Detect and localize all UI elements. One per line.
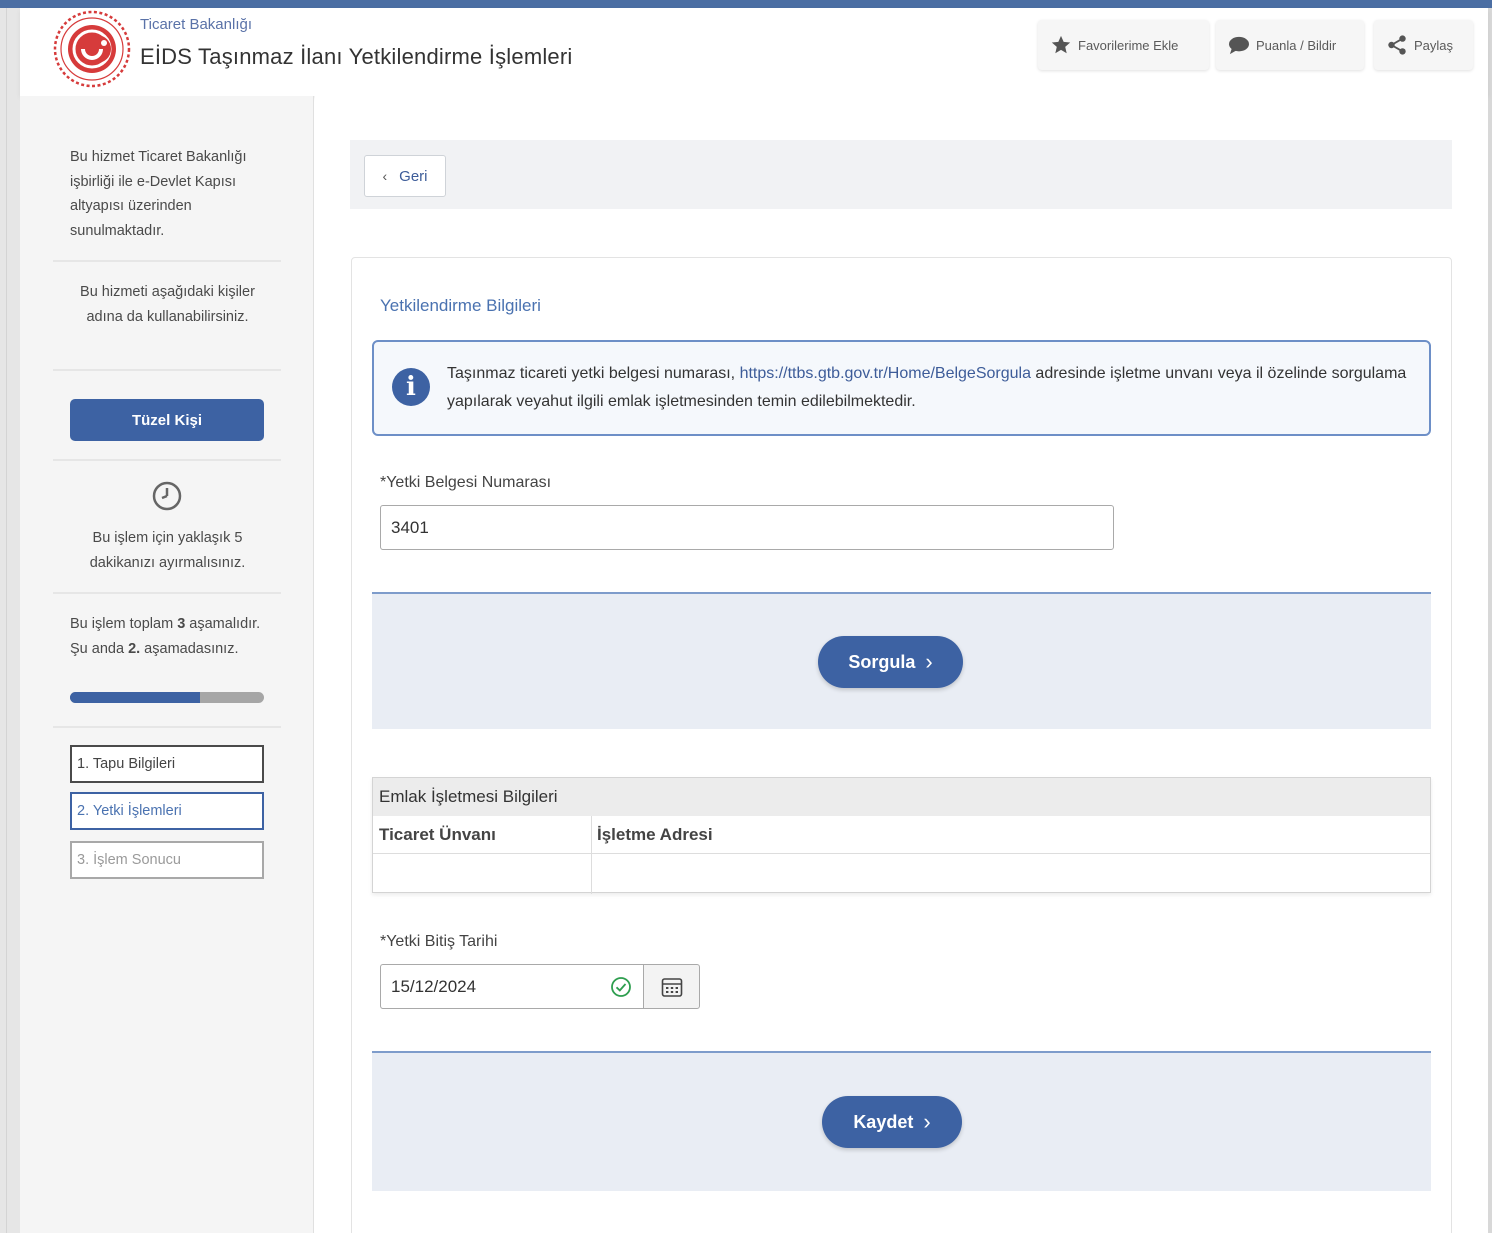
rate-report-button[interactable]: Puanla / Bildir <box>1216 20 1364 70</box>
bottom-edge <box>0 1233 1492 1260</box>
chevron-left-icon: ‹ <box>382 168 388 184</box>
rate-report-label: Puanla / Bildir <box>1256 37 1337 53</box>
page-frame: Ticaret Bakanlığı EİDS Taşınmaz İlanı Ye… <box>0 0 1492 1260</box>
agency-table: Emlak İşletmesi Bilgileri Ticaret Ünvanı… <box>372 777 1431 894</box>
calendar-icon <box>661 977 682 997</box>
column-header-address: İşletme Adresi <box>591 816 1430 854</box>
share-button[interactable]: Paylaş <box>1374 20 1473 70</box>
end-date-label: *Yetki Bitiş Tarihi <box>380 933 498 950</box>
stage-current: 2. <box>128 640 141 657</box>
end-date-input[interactable]: 15/12/2024 <box>380 964 644 1009</box>
sidebar: Bu hizmet Ticaret Bakanlığı işbirliği il… <box>20 96 314 1233</box>
page-header: Ticaret Bakanlığı EİDS Taşınmaz İlanı Ye… <box>20 8 1488 96</box>
speech-bubble-icon <box>1229 36 1249 55</box>
sidebar-divider <box>53 459 281 461</box>
page-title: EİDS Taşınmaz İlanı Yetkilendirme İşleml… <box>140 44 573 69</box>
back-label: Geri <box>399 167 428 185</box>
add-favorites-label: Favorilerime Ekle <box>1078 37 1179 53</box>
chevron-right-icon: › <box>923 1109 931 1134</box>
query-button[interactable]: Sorgula › <box>818 636 963 688</box>
stage-suffix: aşamadasınız. <box>140 640 239 657</box>
info-box: i Taşınmaz ticareti yetki belgesi numara… <box>372 340 1431 436</box>
end-date-picker: 15/12/2024 <box>380 964 700 1009</box>
info-text: Taşınmaz ticareti yetki belgesi numarası… <box>447 360 1417 416</box>
chevron-right-icon: › <box>925 649 933 674</box>
share-icon <box>1388 35 1406 55</box>
info-icon: i <box>392 368 430 406</box>
right-gutter <box>1488 8 1492 1233</box>
stage-progress-fill <box>70 692 200 703</box>
ministry-name: Ticaret Bakanlığı <box>140 16 252 33</box>
table-caption: Emlak İşletmesi Bilgileri <box>373 778 1430 816</box>
table-cell-trade-name <box>373 855 591 893</box>
back-bar <box>350 140 1452 209</box>
sidebar-divider <box>53 726 281 728</box>
save-button[interactable]: Kaydet › <box>822 1096 962 1148</box>
info-text-before: Taşınmaz ticareti yetki belgesi numarası… <box>447 365 740 382</box>
clock-icon <box>152 481 182 511</box>
info-link[interactable]: https://ttbs.gtb.gov.tr/Home/BelgeSorgul… <box>740 365 1031 382</box>
add-favorites-button[interactable]: Favorilerime Ekle <box>1038 20 1209 70</box>
share-label: Paylaş <box>1414 37 1454 53</box>
sidebar-divider <box>53 260 281 262</box>
column-header-trade-name: Ticaret Ünvanı <box>373 816 591 854</box>
sidebar-divider <box>53 369 281 371</box>
stage-prefix: Bu işlem toplam <box>70 616 178 632</box>
table-cell-address <box>591 855 1430 893</box>
tuzel-kisi-button[interactable]: Tüzel Kişi <box>70 399 264 441</box>
proxy-text: Bu hizmeti aşağıdaki kişiler adına da ku… <box>80 284 255 325</box>
top-accent-bar <box>0 0 1492 8</box>
step-tapu-bilgileri[interactable]: 1. Tapu Bilgileri <box>70 745 264 783</box>
stage-progress-bar <box>70 692 264 703</box>
left-gutter-line <box>6 8 7 1233</box>
license-number-label: *Yetki Belgesi Numarası <box>380 474 552 491</box>
sidebar-divider <box>53 592 281 594</box>
step-yetki-islemleri[interactable]: 2. Yetki İşlemleri <box>70 792 264 830</box>
step-islem-sonucu: 3. İşlem Sonucu <box>70 841 264 879</box>
query-label: Sorgula <box>848 651 916 672</box>
license-number-input[interactable]: 3401 <box>380 505 1114 550</box>
time-text: Bu işlem için yaklaşık 5 dakikanızı ayır… <box>89 530 246 571</box>
section-title: Yetkilendirme Bilgileri <box>380 296 541 315</box>
calendar-button[interactable] <box>643 964 700 1009</box>
save-label: Kaydet <box>853 1111 914 1132</box>
left-gutter <box>0 8 20 1233</box>
provider-text: Bu hizmet Ticaret Bakanlığı işbirliği il… <box>70 149 247 239</box>
ministry-logo <box>53 10 131 88</box>
check-circle-icon <box>611 977 631 997</box>
back-button[interactable]: ‹ Geri <box>364 155 446 197</box>
stage-text: Bu işlem toplam 3 aşamalıdır. Şu anda 2.… <box>70 612 270 661</box>
star-icon <box>1051 35 1071 54</box>
